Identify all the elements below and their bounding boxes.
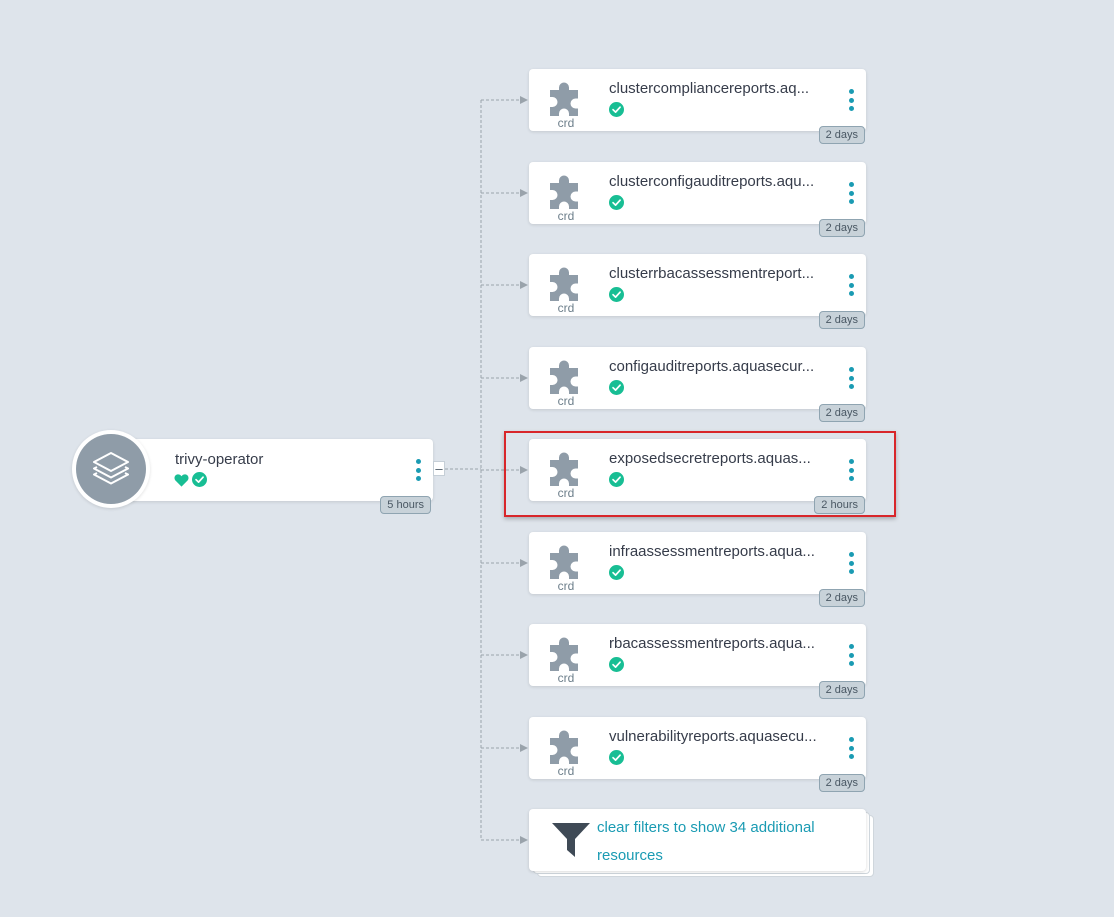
resource-kind: crd (557, 301, 575, 315)
clear-filters-link[interactable]: clear filters to show 34 additional reso… (597, 814, 847, 870)
resource-kind: crd (557, 394, 575, 408)
check-circle-icon (609, 657, 624, 677)
resource-tree-graph: trivy-operator 5 hours – crd clustercompl… (0, 0, 1114, 917)
resource-kind: crd (557, 671, 575, 685)
resource-node[interactable]: crd configauditreports.aquasecur... 2 days (529, 347, 866, 422)
resource-name: clusterrbacassessmentreport... (609, 265, 815, 282)
resource-menu-button[interactable] (847, 367, 855, 389)
resource-name: clusterconfigauditreports.aqu... (609, 173, 815, 190)
age-badge: 2 days (818, 404, 865, 422)
resource-name: vulnerabilityreports.aquasecu... (609, 728, 817, 745)
resource-name: infraassessmentreports.aqua... (609, 543, 815, 560)
resource-name: rbacassessmentreports.aqua... (609, 635, 815, 652)
app-menu-button[interactable] (414, 459, 422, 481)
resource-name: exposedsecretreports.aquas... (609, 450, 811, 467)
resource-name: clustercompliancereports.aq... (609, 80, 810, 97)
app-name: trivy-operator (175, 451, 264, 468)
resource-menu-button[interactable] (847, 552, 855, 574)
age-badge: 2 days (818, 311, 865, 329)
check-circle-icon (609, 472, 624, 492)
heart-icon (174, 473, 189, 492)
resource-kind: crd (557, 579, 575, 593)
resource-kind: crd (557, 486, 575, 500)
filter-icon (551, 822, 591, 863)
check-circle-icon (609, 287, 624, 307)
age-badge: 2 days (818, 219, 865, 237)
resource-kind: crd (557, 764, 575, 778)
resource-node[interactable]: crd clusterconfigauditreports.aqu... 2 day… (529, 162, 866, 237)
check-circle-icon (609, 195, 624, 215)
check-circle-icon (609, 102, 624, 122)
app-status (174, 472, 207, 492)
resource-name: configauditreports.aquasecur... (609, 358, 815, 375)
resource-node[interactable]: crd clusterrbacassessmentreport... 2 days (529, 254, 866, 329)
resource-menu-button[interactable] (847, 182, 855, 204)
clear-filters-node[interactable]: clear filters to show 34 additional reso… (529, 809, 866, 871)
resource-node[interactable]: crd rbacassessmentreports.aqua... 2 days (529, 624, 866, 699)
resource-kind: crd (557, 116, 575, 130)
age-badge: 2 days (818, 589, 865, 607)
resource-menu-button[interactable] (847, 644, 855, 666)
resource-menu-button[interactable] (847, 737, 855, 759)
app-icon-ring (72, 430, 150, 508)
resource-node[interactable]: crd exposedsecretreports.aquas... 2 hours (529, 439, 866, 514)
age-badge: 2 days (818, 774, 865, 792)
age-badge: 2 hours (814, 496, 865, 514)
check-circle-icon (609, 750, 624, 770)
check-circle-icon (609, 380, 624, 400)
resource-menu-button[interactable] (847, 89, 855, 111)
resource-node[interactable]: crd infraassessmentreports.aqua... 2 days (529, 532, 866, 607)
resource-menu-button[interactable] (847, 459, 855, 481)
resource-node[interactable]: crd clustercompliancereports.aq... 2 days (529, 69, 866, 144)
age-badge: 2 days (818, 681, 865, 699)
check-circle-icon (192, 472, 207, 492)
layers-icon (76, 434, 146, 504)
resource-node[interactable]: crd vulnerabilityreports.aquasecu... 2 day… (529, 717, 866, 792)
age-badge: 5 hours (380, 496, 431, 514)
check-circle-icon (609, 565, 624, 585)
age-badge: 2 days (818, 126, 865, 144)
resource-menu-button[interactable] (847, 274, 855, 296)
resource-kind: crd (557, 209, 575, 223)
collapse-toggle-button[interactable]: – (433, 461, 445, 476)
app-node-trivy-operator[interactable]: trivy-operator 5 hours (111, 439, 433, 514)
